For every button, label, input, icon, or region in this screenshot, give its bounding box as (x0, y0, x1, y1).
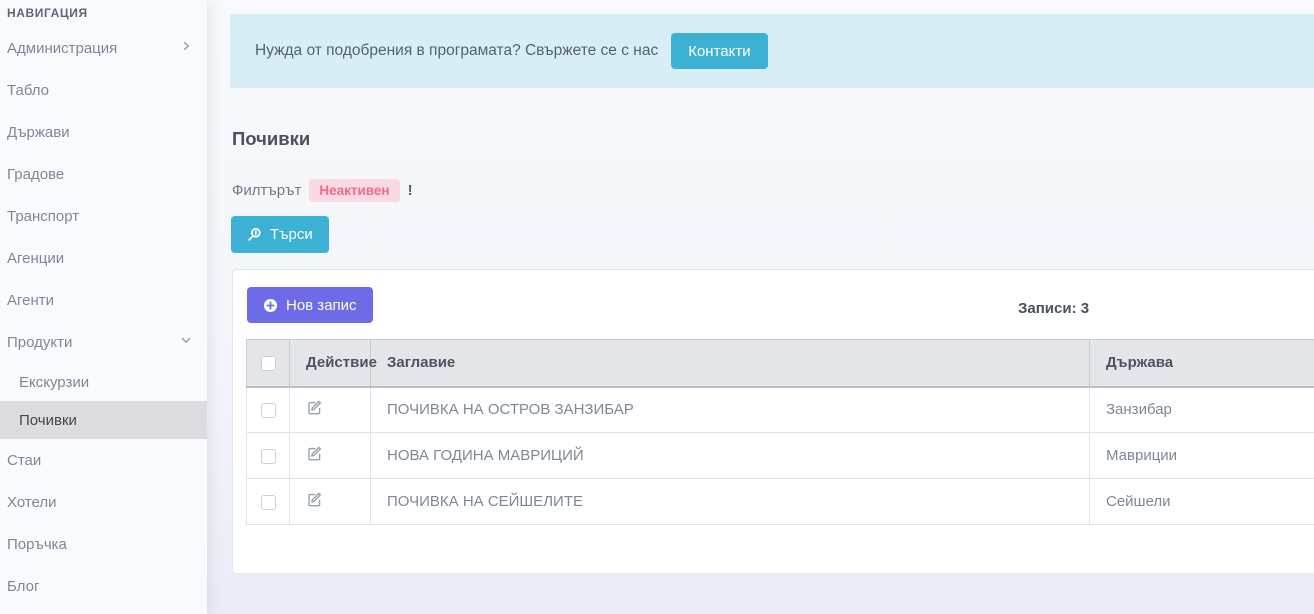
sidebar-item-blog[interactable]: Блог (0, 565, 207, 607)
plus-circle-icon (263, 298, 278, 313)
contact-banner: Нужда от подобрения в програмата? Свърже… (230, 14, 1314, 88)
sidebar-item-agencies[interactable]: Агенции (0, 237, 207, 279)
records-card: Нов запис Записи: 3 Действие Заглавие Дъ… (232, 269, 1314, 574)
table-row: ПОЧИВКА НА ОСТРОВ ЗАНЗИБАР Занзибар (247, 387, 1314, 433)
filter-suffix: ! (408, 182, 413, 199)
row-title: ПОЧИВКА НА ОСТРОВ ЗАНЗИБАР (371, 387, 1090, 433)
row-title: ПОЧИВКА НА СЕЙШЕЛИТЕ (371, 479, 1090, 525)
edit-icon[interactable] (306, 399, 323, 416)
sidebar-section-label: НАВИГАЦИЯ (0, 0, 207, 27)
sidebar-item-label: Агенти (7, 292, 193, 309)
header-action: Действие (290, 340, 371, 387)
row-country: Мавриции (1090, 433, 1314, 479)
row-country: Сейшели (1090, 479, 1314, 525)
app-window: НАВИГАЦИЯ Администрация Табло Държави Гр… (0, 0, 1314, 614)
sidebar-item-label: Хотели (7, 494, 193, 511)
new-record-button[interactable]: Нов запис (247, 287, 373, 323)
row-checkbox[interactable] (261, 449, 276, 464)
sidebar-item-order[interactable]: Поръчка (0, 523, 207, 565)
sidebar-item-label: Градове (7, 166, 193, 183)
sidebar-item-label: Табло (7, 82, 193, 99)
search-button[interactable]: Търси (231, 216, 329, 253)
sidebar-item-products[interactable]: Продукти (0, 321, 207, 363)
header-checkbox-cell (247, 340, 290, 387)
header-country: Държава (1090, 340, 1314, 387)
sidebar-item-label: Администрация (7, 40, 179, 57)
contacts-button[interactable]: Контакти (671, 33, 767, 69)
page-title: Почивки (232, 128, 310, 150)
sidebar-item-label: Транспорт (7, 208, 193, 225)
records-count: Записи: 3 (1018, 300, 1089, 317)
sidebar-item-dashboard[interactable]: Табло (0, 69, 207, 111)
row-title: НОВА ГОДИНА МАВРИЦИЙ (371, 433, 1090, 479)
sidebar: НАВИГАЦИЯ Администрация Табло Държави Гр… (0, 0, 207, 614)
banner-message: Нужда от подобрения в програмата? Свърже… (255, 42, 658, 60)
sidebar-item-label: Държави (7, 124, 193, 141)
sidebar-item-label: Агенции (7, 250, 193, 267)
search-icon (247, 227, 262, 242)
sidebar-item-label: Блог (7, 578, 193, 595)
sidebar-item-label: Стаи (7, 452, 193, 469)
sidebar-subitem-vacations-active[interactable]: Почивки (0, 401, 207, 439)
sidebar-item-label: Почивки (19, 412, 77, 429)
filter-label: Филтърът (232, 182, 301, 199)
table-row: НОВА ГОДИНА МАВРИЦИЙ Мавриции (247, 433, 1314, 479)
table-row: ПОЧИВКА НА СЕЙШЕЛИТЕ Сейшели (247, 479, 1314, 525)
sidebar-item-agents[interactable]: Агенти (0, 279, 207, 321)
header-title: Заглавие (371, 340, 1090, 387)
row-checkbox[interactable] (261, 495, 276, 510)
row-checkbox[interactable] (261, 403, 276, 418)
filter-status-badge: Неактивен (309, 179, 399, 202)
chevron-right-icon (179, 39, 193, 57)
table-header-row: Действие Заглавие Държава (247, 340, 1314, 387)
sidebar-item-label: Екскурзии (19, 374, 89, 391)
search-button-label: Търси (270, 226, 313, 243)
sidebar-item-countries[interactable]: Държави (0, 111, 207, 153)
sidebar-item-label: Продукти (7, 334, 179, 351)
sidebar-item-hotels[interactable]: Хотели (0, 481, 207, 523)
sidebar-item-label: Поръчка (7, 536, 193, 553)
sidebar-item-rooms[interactable]: Стаи (0, 439, 207, 481)
sidebar-item-transport[interactable]: Транспорт (0, 195, 207, 237)
chevron-down-icon (179, 333, 193, 351)
new-record-button-label: Нов запис (286, 297, 357, 314)
sidebar-subitem-excursions[interactable]: Екскурзии (0, 363, 207, 401)
edit-icon[interactable] (306, 445, 323, 462)
main-content: Нужда от подобрения в програмата? Свърже… (207, 0, 1314, 614)
sidebar-item-administration[interactable]: Администрация (0, 27, 207, 69)
sidebar-item-cities[interactable]: Градове (0, 153, 207, 195)
edit-icon[interactable] (306, 491, 323, 508)
filter-status-line: Филтърът Неактивен ! (232, 179, 413, 202)
records-table: Действие Заглавие Държава (246, 339, 1314, 525)
row-country: Занзибар (1090, 387, 1314, 433)
select-all-checkbox[interactable] (261, 356, 276, 371)
